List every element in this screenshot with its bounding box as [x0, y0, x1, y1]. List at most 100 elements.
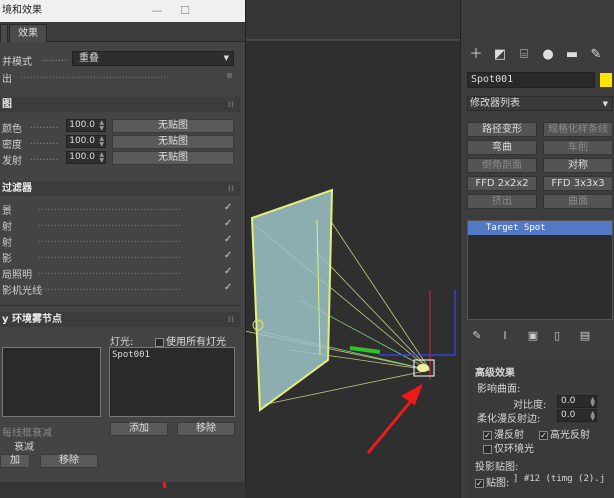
- modifier-button[interactable]: 路径变形: [467, 122, 537, 137]
- object-name-field[interactable]: Spot001: [467, 72, 595, 88]
- modifier-button[interactable]: 倒角剖面: [467, 158, 537, 173]
- blend-mode-dropdown[interactable]: 重叠 ▼: [72, 51, 234, 66]
- modifier-list-label: 修改器列表: [470, 98, 520, 109]
- pin-icon: ⁞⁞: [227, 315, 234, 324]
- filter-checkbox[interactable]: ✓: [224, 218, 232, 229]
- use-all-lights-checkbox[interactable]: 使用所有灯光: [155, 333, 226, 348]
- checkbox-box: [483, 430, 492, 440]
- hierarchy-icon[interactable]: ⌸: [513, 44, 535, 66]
- falloff-label: 衰减: [14, 442, 34, 453]
- chevron-down-icon: ▼: [602, 100, 608, 108]
- remove-light-button[interactable]: 移除: [177, 422, 235, 436]
- lights-list-item[interactable]: Spot001: [112, 350, 232, 360]
- dots: .........: [30, 152, 59, 163]
- modifier-button[interactable]: 车削: [543, 140, 613, 155]
- modifier-button[interactable]: 挤出: [467, 194, 537, 209]
- filter-checkbox[interactable]: ✓: [224, 234, 232, 245]
- map-assign-button[interactable]: 无贴图: [112, 135, 234, 149]
- modifier-button[interactable]: 对称: [543, 158, 613, 173]
- filter-checkbox[interactable]: ✓: [224, 266, 232, 277]
- diffuse-checkbox[interactable]: 漫反射: [483, 426, 524, 441]
- map-amount-spinner[interactable]: 100.0 ▲ ▼: [66, 135, 106, 148]
- command-panel: ＋ ◩ ⌸ ● ▬ ✎ Spot001 修改器列表 ▼ 路径变形 规格化样条线 弯曲…: [460, 0, 614, 498]
- add-light-button[interactable]: 添加: [110, 422, 168, 436]
- lights-label: 灯光:: [110, 337, 134, 348]
- modify-icon[interactable]: ◩: [489, 44, 511, 66]
- modifier-stack[interactable]: Target Spot: [467, 220, 613, 320]
- filter-row-label: 景: [2, 206, 12, 217]
- remove-button[interactable]: 移除: [40, 454, 98, 468]
- filter-checkbox[interactable]: ✓: [224, 202, 232, 213]
- lights-listbox[interactable]: Spot001: [109, 347, 235, 417]
- soften-value: 0.0: [561, 410, 576, 420]
- dots: ........: [42, 53, 68, 64]
- tab-environment[interactable]: [0, 24, 8, 42]
- ambient-only-checkbox[interactable]: 仅环境光: [483, 440, 534, 455]
- map-amount-spinner[interactable]: 100.0 ▲ ▼: [66, 119, 106, 132]
- contrast-value: 0.0: [561, 396, 576, 406]
- advanced-effects-rollout: 高级效果 影响曲面: 对比度: 0.0▲▼ 柔化漫反射边: 0.0▲▼ 漫反射 …: [467, 360, 613, 498]
- modifier-button[interactable]: FFD 2x2x2: [467, 176, 537, 191]
- filter-row-label: 影机光线: [2, 286, 42, 297]
- map-row-label: 颜色: [2, 124, 22, 135]
- show-end-result-icon[interactable]: Ⅰ: [497, 328, 513, 344]
- divider: [0, 305, 240, 306]
- projector-map-label: 投影贴图:: [475, 462, 519, 473]
- filter-checkbox[interactable]: ✓: [224, 282, 232, 293]
- contrast-spinner[interactable]: 0.0 ▲ ▼: [557, 395, 597, 408]
- soften-spinner[interactable]: 0.0 ▲ ▼: [557, 409, 597, 422]
- checkbox-box: [475, 478, 484, 488]
- map-assign-button[interactable]: 无贴图: [112, 119, 234, 133]
- make-unique-icon[interactable]: ▣: [525, 328, 541, 344]
- wrench-icon[interactable]: ✎: [585, 44, 607, 66]
- spinner-icon: ▲ ▼: [590, 396, 595, 408]
- stack-item-target-spot[interactable]: Target Spot: [468, 221, 612, 235]
- map-amount-value: 100.0: [69, 136, 95, 146]
- modifier-button[interactable]: 规格化样条线: [543, 122, 613, 137]
- plus-icon[interactable]: ＋: [465, 44, 487, 66]
- specular-checkbox[interactable]: 高光反射: [539, 426, 590, 441]
- modifier-list-dropdown[interactable]: 修改器列表 ▼: [467, 96, 613, 111]
- map-row-label: 发射: [2, 156, 22, 167]
- map-amount-value: 100.0: [69, 152, 95, 162]
- configure-sets-icon[interactable]: ▤: [577, 328, 593, 344]
- wireframe-label: 每线框衰减: [2, 428, 52, 439]
- dots: ........................................…: [38, 282, 182, 293]
- map-row-label: 密度: [2, 140, 22, 151]
- display-icon[interactable]: ▬: [561, 44, 583, 66]
- output-checkbox[interactable]: ▪: [226, 70, 233, 81]
- filter-checkbox[interactable]: ✓: [224, 250, 232, 261]
- dots: ........................................…: [38, 218, 182, 229]
- maps-section-header[interactable]: 图 ⁞⁞: [0, 97, 240, 112]
- fog-section-title: y 环境雾节点: [2, 314, 62, 325]
- map-assign-button[interactable]: 无贴图: [112, 151, 234, 165]
- maximize-button[interactable]: ☐: [174, 0, 196, 22]
- tab-effects[interactable]: 效果: [9, 24, 47, 42]
- chevron-down-icon: ▼: [223, 54, 229, 62]
- modifier-button[interactable]: FFD 3x3x3: [543, 176, 613, 191]
- motion-icon[interactable]: ●: [537, 44, 559, 66]
- dots: .........: [30, 136, 59, 147]
- remove-modifier-icon[interactable]: ▯: [549, 328, 565, 344]
- map-value-button[interactable]: ] #12 (timg (2).j: [513, 474, 605, 484]
- map-amount-spinner[interactable]: 100.0 ▲ ▼: [66, 151, 106, 164]
- modifier-button[interactable]: 弯曲: [467, 140, 537, 155]
- modifier-button[interactable]: 曲面: [543, 194, 613, 209]
- pin-stack-icon[interactable]: ✎: [469, 328, 485, 344]
- dots: .........: [30, 120, 59, 131]
- filter-section-header[interactable]: 过滤器 ⁞⁞: [0, 181, 240, 196]
- add-button[interactable]: 加: [0, 454, 30, 468]
- checkbox-box: [155, 337, 164, 347]
- minimize-button[interactable]: —: [146, 0, 168, 22]
- object-color-swatch[interactable]: [600, 73, 612, 87]
- dialog-titlebar[interactable]: 境和效果 — ☐: [0, 0, 245, 22]
- nodes-listbox[interactable]: [2, 347, 101, 417]
- tab-row: 效果: [0, 22, 245, 42]
- map-checkbox[interactable]: 贴图:: [475, 474, 509, 489]
- checkbox-box: [483, 444, 492, 454]
- fog-section-header[interactable]: y 环境雾节点 ⁞⁞: [0, 312, 240, 327]
- dots: ........................................…: [38, 202, 182, 213]
- filter-row-label: 射: [2, 222, 12, 233]
- dots: ........................................…: [20, 70, 170, 81]
- map-label: 贴图:: [486, 478, 510, 489]
